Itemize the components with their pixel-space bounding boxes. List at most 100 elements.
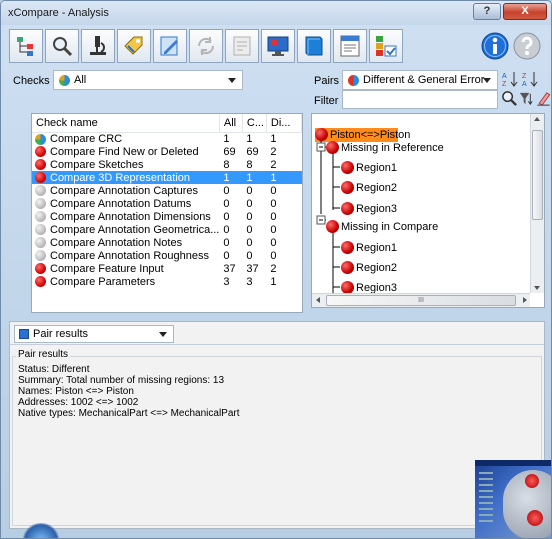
report-button[interactable] [225, 29, 259, 63]
table-row[interactable]: Compare Find New or Deleted 69 69 2 [32, 145, 302, 158]
tree-node-label: Region2 [356, 261, 397, 274]
magnifier-icon [53, 37, 73, 57]
table-row[interactable]: Compare Annotation Captures 0 0 0 [32, 184, 302, 197]
count-cell-c: 1 [246, 132, 253, 145]
check-name: Compare Annotation Captures [50, 184, 198, 197]
check-name-cell: Compare Feature Input [32, 262, 219, 275]
table-row[interactable]: Compare Parameters 3 3 1 [32, 275, 302, 288]
table-row[interactable]: Compare Annotation Notes 0 0 0 [32, 236, 302, 249]
count-cell-di: 2 [270, 262, 277, 275]
checks-table-header: Check name All C... Di... [32, 114, 302, 133]
checks-label: Checks [13, 75, 50, 87]
different-error-icon [348, 75, 359, 86]
tree-node-label: Missing in Compare [341, 220, 439, 233]
tree-node-missing-in-compare[interactable]: Missing in Compare [326, 220, 438, 233]
tree-vertical-scrollbar[interactable] [530, 114, 544, 293]
tree-vertical-scroll-thumb[interactable] [532, 130, 543, 220]
table-row[interactable]: Compare Sketches 8 8 2 [32, 158, 302, 171]
help-icon[interactable] [513, 32, 541, 60]
count-cell-di: 1 [266, 171, 302, 184]
column-header-all[interactable]: All [219, 114, 243, 133]
table-row[interactable]: Compare Annotation Geometrica... 0 0 0 [32, 223, 302, 236]
table-row[interactable]: Compare Feature Input 37 37 2 [32, 262, 302, 275]
tree-node-reference-region1[interactable]: Region1 [341, 161, 397, 174]
copy-button[interactable] [189, 29, 223, 63]
pairs-dropdown[interactable]: Different & General Error [342, 70, 498, 90]
thumbnail-highlight-2 [527, 510, 543, 526]
count-cell-c: 8 [246, 158, 253, 171]
report-export-button[interactable] [333, 29, 367, 63]
table-row[interactable]: Compare 3D Representation 1 1 1 [32, 171, 302, 184]
check-name: Compare Parameters [50, 275, 156, 288]
scroll-down-icon[interactable] [534, 286, 540, 290]
count-cell-all: 0 [223, 197, 230, 210]
check-name-cell: Compare Annotation Geometrica... [32, 223, 219, 236]
svg-text:Z: Z [502, 81, 507, 88]
count-cell-c: 0 [246, 249, 253, 262]
check-name-cell: Compare CRC [32, 132, 219, 145]
count-cell-c: 1 [242, 171, 267, 184]
column-header-compared[interactable]: C... [242, 114, 267, 133]
check-name: Compare Find New or Deleted [50, 145, 199, 158]
help-button[interactable]: ? [473, 3, 501, 20]
tree-horizontal-scroll-thumb[interactable]: III [326, 295, 516, 306]
search-button[interactable] [45, 29, 79, 63]
tree-horizontal-scrollbar[interactable]: III [312, 293, 530, 307]
column-header-different[interactable]: Di... [266, 114, 302, 133]
tree-node-reference-region3[interactable]: Region3 [341, 202, 397, 215]
count-cell-all: 8 [223, 158, 230, 171]
table-row[interactable]: Compare Annotation Datums 0 0 0 [32, 197, 302, 210]
inspect-button[interactable] [81, 29, 115, 63]
tree-node-compare-region2[interactable]: Region2 [341, 261, 397, 274]
table-row[interactable]: Compare CRC 1 1 1 [32, 132, 302, 145]
monitor-button[interactable] [261, 29, 295, 63]
close-button[interactable]: X [503, 3, 547, 20]
clear-filter-icon[interactable] [536, 90, 551, 107]
svg-text:A: A [522, 81, 527, 88]
filter-input[interactable] [342, 90, 498, 109]
status-icon [35, 198, 46, 209]
info-icon[interactable] [481, 32, 509, 60]
scroll-right-icon[interactable] [523, 297, 527, 303]
check-name-cell: Compare Parameters [32, 275, 219, 288]
bookmark-button[interactable] [297, 29, 331, 63]
pairs-value: Different & General Error [363, 74, 485, 86]
edit-button[interactable] [153, 29, 187, 63]
table-row[interactable]: Compare Annotation Roughness 0 0 0 [32, 249, 302, 262]
scroll-up-icon[interactable] [534, 117, 540, 121]
check-name: Compare 3D Representation [50, 171, 191, 184]
tag-button[interactable] [117, 29, 151, 63]
sort-descending-icon[interactable]: ZA [521, 70, 539, 88]
tree-node-missing-in-reference[interactable]: Missing in Reference [326, 141, 444, 154]
checks-table: Check name All C... Di... Compare CRC 1 1 1… [32, 114, 302, 288]
table-row[interactable]: Compare Annotation Dimensions 0 0 0 [32, 210, 302, 223]
count-cell-all: 37 [223, 262, 236, 275]
copy-icon [197, 37, 215, 55]
tree-node-reference-region2[interactable]: Region2 [341, 181, 397, 194]
pair-results-dropdown[interactable]: Pair results [14, 325, 174, 343]
monitor-icon [267, 36, 289, 56]
check-name-cell: Compare Find New or Deleted [32, 145, 219, 158]
sort-ascending-icon[interactable]: AZ [501, 70, 519, 88]
search-icon[interactable] [501, 90, 518, 107]
count-cell-all: 0 [223, 184, 230, 197]
count-cell-all: 0 [223, 223, 230, 236]
check-name: Compare CRC [50, 132, 123, 145]
column-header-check-name[interactable]: Check name [32, 114, 220, 133]
check-name-cell: Compare Annotation Captures [32, 184, 219, 197]
checklist-button[interactable] [369, 29, 403, 63]
checks-filter-dropdown[interactable]: All [53, 70, 243, 90]
pairs-label: Pairs [314, 75, 340, 87]
status-icon [35, 172, 46, 183]
count-cell-c: 37 [246, 262, 259, 275]
filter-funnel-icon[interactable] [518, 90, 535, 107]
count-cell-di: 2 [270, 145, 277, 158]
tree-view-button[interactable] [9, 29, 43, 63]
tree-node-compare-region1[interactable]: Region1 [341, 241, 397, 254]
results-view-icon [19, 329, 29, 339]
tree-node-label: Region2 [356, 181, 397, 194]
title-bar[interactable]: xCompare - Analysis ? X [1, 1, 551, 25]
count-cell-all: 69 [223, 145, 236, 158]
scroll-left-icon[interactable] [316, 297, 320, 303]
status-icon [35, 185, 46, 196]
